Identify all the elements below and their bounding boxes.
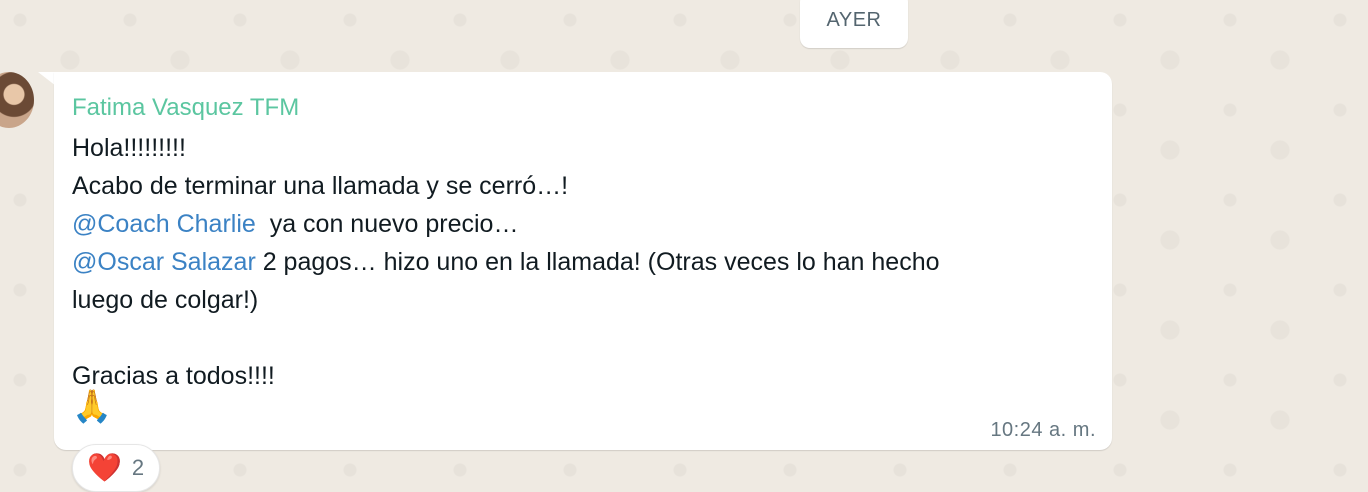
folded-hands-icon: 🙏 bbox=[72, 388, 112, 424]
mention-link[interactable]: @Coach Charlie bbox=[72, 210, 256, 238]
message-line: @Oscar Salazar 2 pagos… hizo uno en la l… bbox=[72, 248, 940, 277]
message-bubble[interactable]: Fatima Vasquez TFM Hola!!!!!!!!! Acabo d… bbox=[54, 72, 1112, 450]
message-text: ya con nuevo precio… bbox=[255, 210, 519, 238]
date-label: AYER bbox=[826, 9, 882, 31]
reaction-count: 2 bbox=[131, 455, 145, 480]
message-timestamp: 10:24 a. m. bbox=[990, 419, 1096, 441]
reaction-pill[interactable]: ❤️ 2 bbox=[72, 444, 160, 492]
sender-name[interactable]: Fatima Vasquez TFM bbox=[72, 94, 299, 122]
date-divider: AYER bbox=[800, 0, 908, 48]
message-line: Acabo de terminar una llamada y se cerró… bbox=[72, 172, 569, 200]
message-text: 2 pagos… hizo uno en la llamada! (Otras … bbox=[255, 248, 940, 276]
message-line: Hola!!!!!!!!! bbox=[72, 134, 186, 162]
message-line: Gracias a todos!!!! bbox=[72, 362, 275, 390]
heart-icon: ❤️ bbox=[87, 452, 122, 483]
message-line: @Coach Charlie ya con nuevo precio… bbox=[72, 210, 518, 239]
mention-link[interactable]: @Oscar Salazar bbox=[72, 248, 256, 276]
message-line: luego de colgar!) bbox=[72, 286, 259, 314]
